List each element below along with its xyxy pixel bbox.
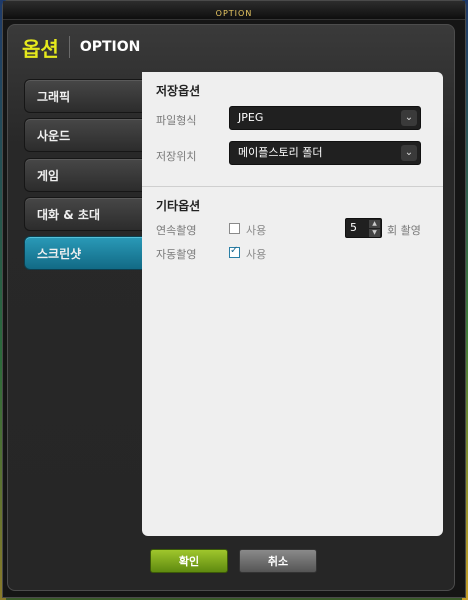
tab-chat-invite[interactable]: 대화 & 초대	[24, 197, 142, 231]
section-divider	[142, 186, 443, 187]
burst-shot-checkbox-label: 사용	[246, 224, 267, 237]
chevron-down-icon: ⌄	[401, 145, 417, 161]
burst-shot-checkbox[interactable]	[229, 223, 240, 234]
file-format-label: 파일형식	[156, 114, 197, 127]
page-title-en: OPTION	[79, 39, 141, 55]
save-location-label: 저장위치	[156, 150, 197, 163]
burst-count-value: 5	[350, 221, 357, 234]
section-title-save: 저장옵션	[156, 84, 201, 98]
section-title-other: 기타옵션	[156, 199, 201, 213]
file-format-value: JPEG	[238, 111, 264, 124]
tab-screenshot[interactable]: 스크린샷	[24, 236, 142, 270]
title-bar[interactable]: OPTION	[3, 1, 465, 20]
settings-content: 저장옵션 파일형식 JPEG ⌄ 저장위치 메이플스토리 폴더 ⌄ 기타옵션 연…	[142, 72, 443, 536]
chevron-down-icon: ⌄	[401, 110, 417, 126]
window-title: OPTION	[215, 9, 253, 18]
auto-shot-label: 자동촬영	[156, 248, 197, 261]
auto-shot-checkbox[interactable]	[229, 245, 240, 258]
tab-sound[interactable]: 사운드	[24, 118, 142, 152]
auto-shot-checkbox-label: 사용	[246, 248, 267, 261]
file-format-select[interactable]: JPEG ⌄	[229, 106, 421, 130]
page-title: 옵션 OPTION	[22, 30, 140, 64]
save-location-select[interactable]: 메이플스토리 폴더 ⌄	[229, 141, 421, 165]
page-title-kr: 옵션	[22, 36, 59, 61]
stepper-up-icon[interactable]: ▲	[369, 220, 380, 228]
save-location-value: 메이플스토리 폴더	[238, 146, 323, 159]
cancel-button[interactable]: 취소	[239, 549, 317, 573]
ok-button[interactable]: 확인	[150, 549, 228, 573]
tab-graphics[interactable]: 그래픽	[24, 79, 142, 113]
stepper-down-icon[interactable]: ▼	[369, 229, 380, 237]
burst-count-suffix: 회 촬영	[387, 224, 421, 237]
burst-shot-label: 연속촬영	[156, 224, 197, 237]
tab-game[interactable]: 게임	[24, 158, 142, 192]
burst-count-stepper[interactable]: 5 ▲ ▼	[345, 218, 382, 238]
title-divider	[68, 36, 70, 58]
